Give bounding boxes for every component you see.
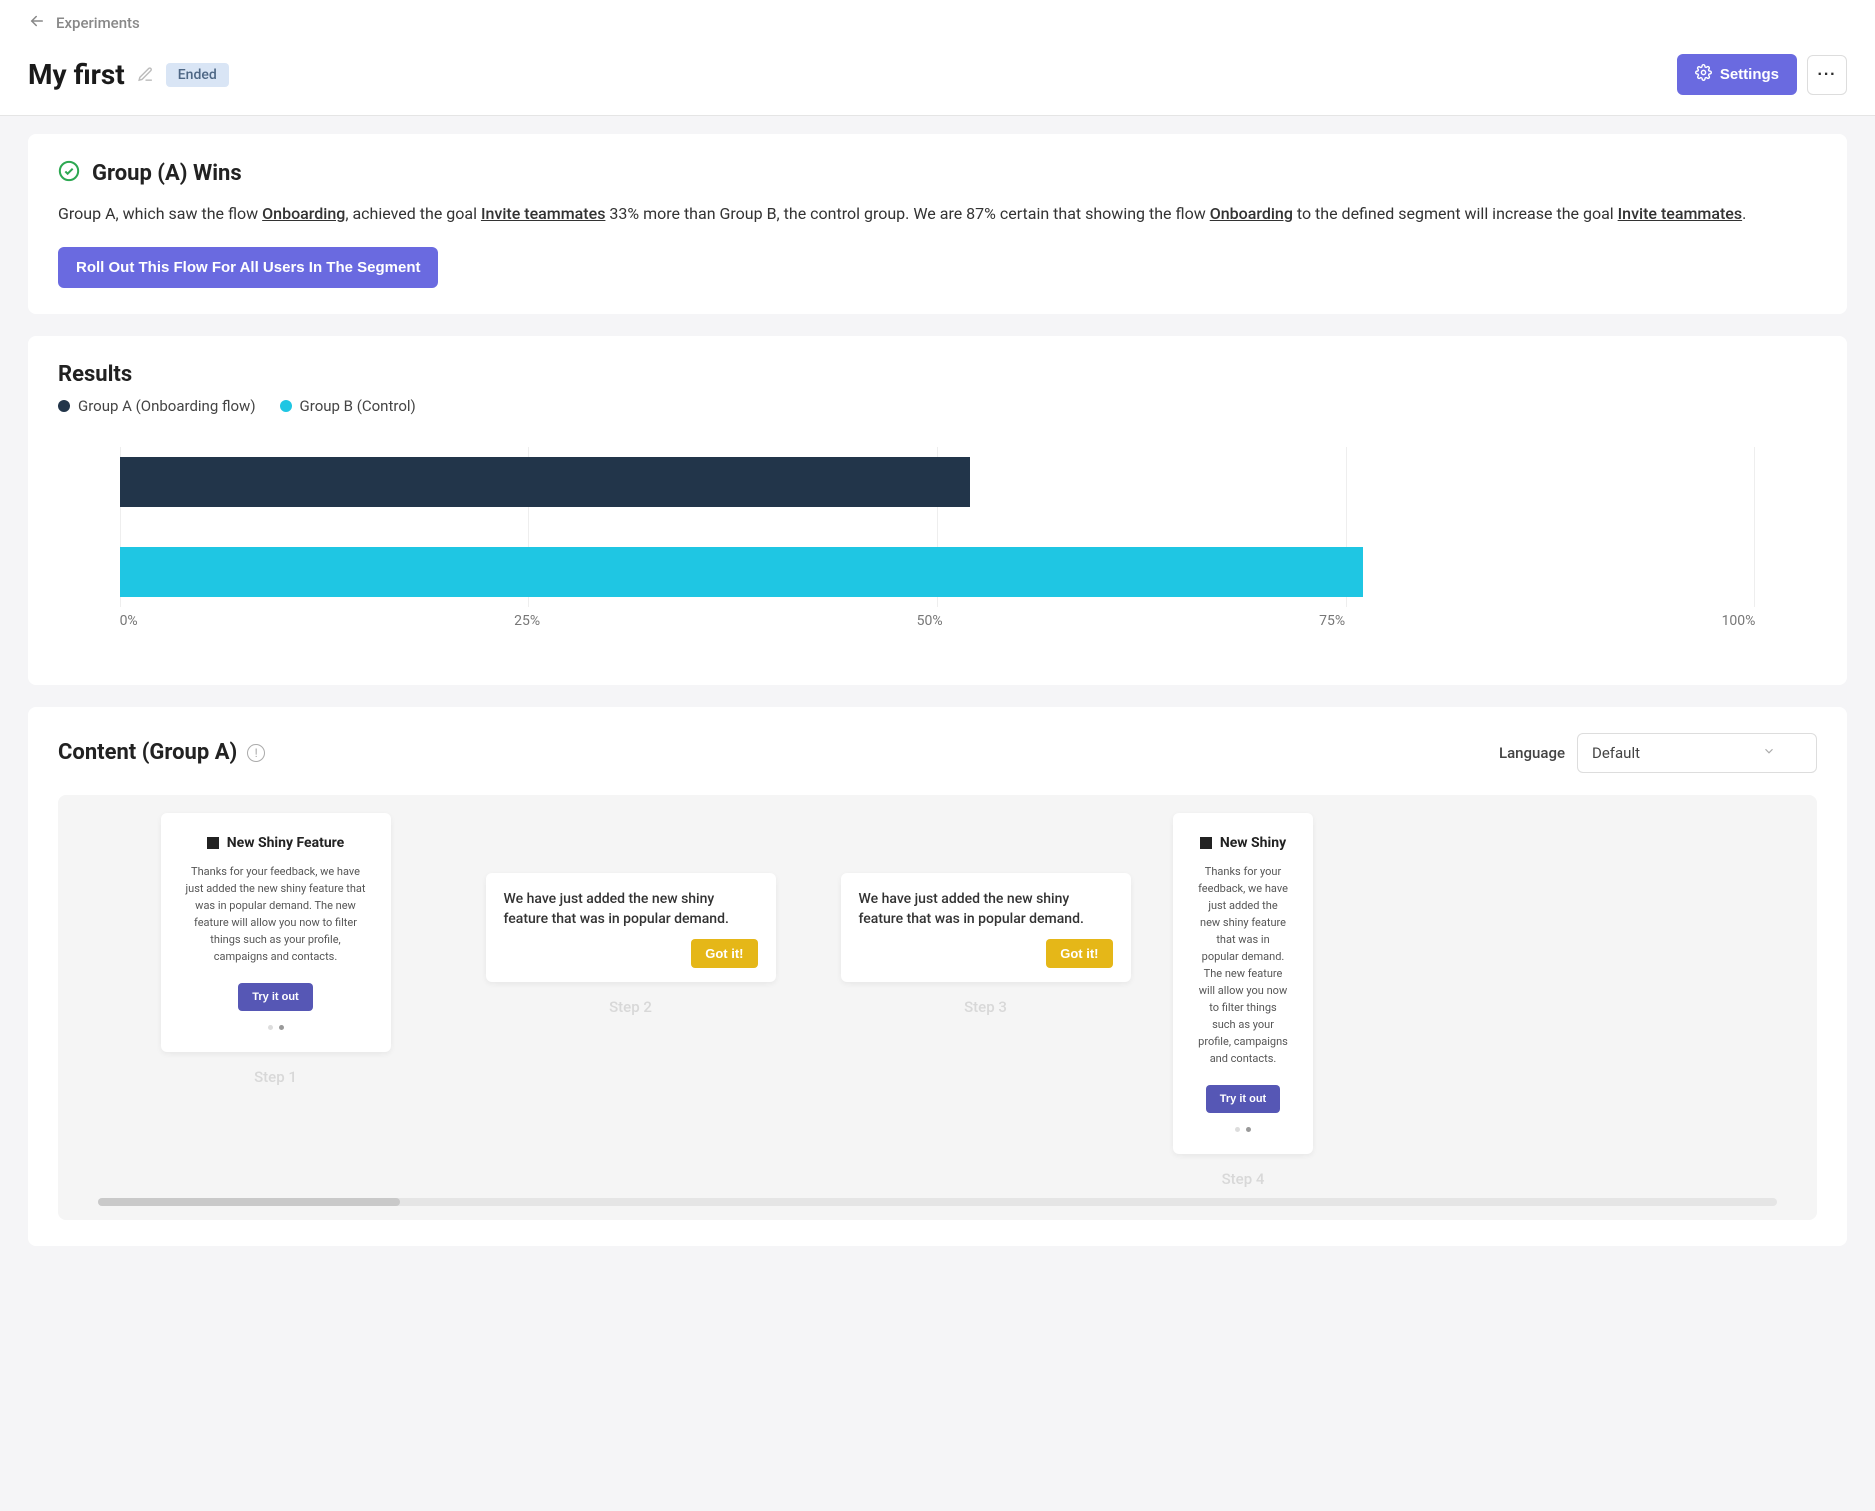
legend-label-b: Group B (Control) <box>300 397 416 415</box>
info-icon[interactable]: ! <box>247 744 265 762</box>
legend-item-a: Group A (Onboarding flow) <box>58 397 256 415</box>
page-title: My first <box>28 58 125 91</box>
preview-try-button[interactable]: Try it out <box>238 983 312 1011</box>
check-circle-icon <box>58 160 80 186</box>
language-selected: Default <box>1592 744 1640 762</box>
results-title: Results <box>58 362 1817 387</box>
legend-item-b: Group B (Control) <box>280 397 416 415</box>
chart-bar-b <box>120 547 1363 597</box>
square-icon <box>1200 837 1212 849</box>
tooltip-text: We have just added the new shiny feature… <box>504 889 758 930</box>
step-column: New Shiny Thanks for your feedback, we h… <box>1163 813 1323 1189</box>
chart-bar-a <box>120 457 971 507</box>
breadcrumb-label: Experiments <box>56 14 140 32</box>
steps-scroll-thumb[interactable] <box>98 1198 400 1206</box>
legend-dot-icon <box>280 400 292 412</box>
winner-body: Group A, which saw the flow Onboarding, … <box>58 202 1817 227</box>
rollout-button[interactable]: Roll Out This Flow For All Users In The … <box>58 247 438 288</box>
preview-card: New Shiny Thanks for your feedback, we h… <box>1173 813 1313 1155</box>
tooltip-preview: We have just added the new shiny feature… <box>841 873 1131 983</box>
preview-pagination <box>185 1025 367 1030</box>
winner-title: Group (A) Wins <box>92 161 242 186</box>
more-button[interactable]: ··· <box>1807 55 1847 95</box>
chart-tick: 50% <box>917 613 943 629</box>
language-select[interactable]: Default <box>1577 733 1817 773</box>
preview-body: Thanks for your feedback, we have just a… <box>185 863 367 965</box>
gear-icon <box>1695 64 1712 85</box>
status-badge: Ended <box>166 63 229 87</box>
chart-tick: 75% <box>1319 613 1345 629</box>
step-label: Step 3 <box>964 998 1007 1016</box>
step-label: Step 1 <box>254 1068 297 1086</box>
square-icon <box>207 837 219 849</box>
chart-tick: 0% <box>120 613 138 629</box>
language-label: Language <box>1499 744 1565 762</box>
content-card: Content (Group A) ! Language Default New… <box>28 707 1847 1247</box>
preview-body: Thanks for your feedback, we have just a… <box>1197 863 1289 1068</box>
steps-scrollbar[interactable] <box>98 1198 1777 1206</box>
chevron-down-icon <box>1762 744 1776 762</box>
content-title: Content (Group A) <box>58 740 237 765</box>
preview-pagination <box>1197 1127 1289 1132</box>
preview-title: New Shiny <box>1220 835 1286 851</box>
step-label: Step 4 <box>1222 1170 1265 1188</box>
preview-card: New Shiny Feature Thanks for your feedba… <box>161 813 391 1052</box>
chart-tick: 100% <box>1722 613 1756 629</box>
tooltip-text: We have just added the new shiny feature… <box>859 889 1113 930</box>
settings-label: Settings <box>1720 66 1779 83</box>
back-arrow-icon <box>28 12 46 34</box>
tooltip-got-it-button[interactable]: Got it! <box>1046 939 1112 968</box>
step-label: Step 2 <box>609 998 652 1016</box>
chart: 0% 25% 50% 75% 100% <box>58 435 1817 659</box>
breadcrumb[interactable]: Experiments <box>0 0 1875 46</box>
chart-ticks: 0% 25% 50% 75% 100% <box>58 613 1817 629</box>
preview-title: New Shiny Feature <box>227 835 344 851</box>
winner-card: Group (A) Wins Group A, which saw the fl… <box>28 134 1847 314</box>
settings-button[interactable]: Settings <box>1677 54 1797 95</box>
more-icon: ··· <box>1818 66 1837 84</box>
results-card: Results Group A (Onboarding flow) Group … <box>28 336 1847 685</box>
step-column: We have just added the new shiny feature… <box>453 813 808 1189</box>
steps-container: New Shiny Feature Thanks for your feedba… <box>58 795 1817 1221</box>
legend-label-a: Group A (Onboarding flow) <box>78 397 256 415</box>
edit-icon[interactable] <box>137 66 154 83</box>
legend-dot-icon <box>58 400 70 412</box>
tooltip-got-it-button[interactable]: Got it! <box>691 939 757 968</box>
step-column: We have just added the new shiny feature… <box>808 813 1163 1189</box>
step-column: New Shiny Feature Thanks for your feedba… <box>98 813 453 1189</box>
tooltip-preview: We have just added the new shiny feature… <box>486 873 776 983</box>
preview-try-button[interactable]: Try it out <box>1206 1085 1280 1113</box>
chart-tick: 25% <box>514 613 540 629</box>
